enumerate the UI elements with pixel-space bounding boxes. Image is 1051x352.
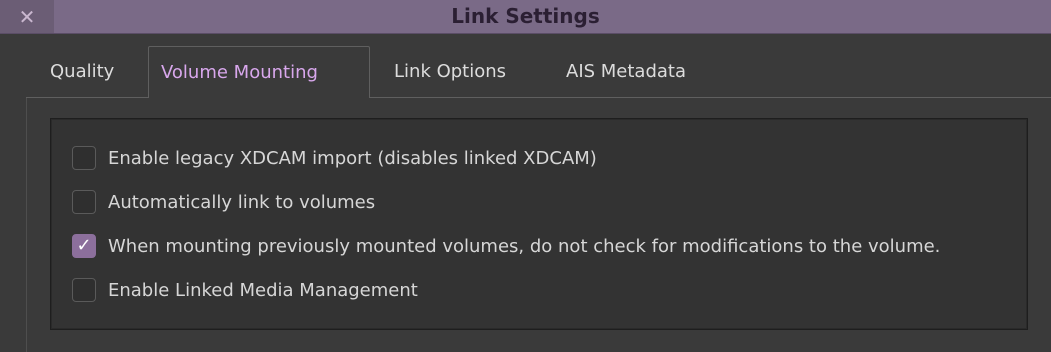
tab-bar: Quality Volume Mounting Link Options AIS… bbox=[0, 34, 1051, 100]
close-button[interactable]: ✕ bbox=[0, 0, 54, 33]
linked-media-checkbox[interactable] bbox=[72, 278, 96, 302]
title-bar: Link Settings ✕ bbox=[0, 0, 1051, 34]
checkmark-icon: ✓ bbox=[76, 235, 92, 256]
option-skip-modification-check[interactable]: ✓ When mounting previously mounted volum… bbox=[72, 232, 940, 260]
tab-ais-metadata[interactable]: AIS Metadata bbox=[554, 46, 698, 98]
option-linked-media-management[interactable]: Enable Linked Media Management bbox=[72, 276, 418, 304]
window-title: Link Settings bbox=[451, 4, 600, 28]
legacy-xdcam-checkbox[interactable] bbox=[72, 146, 96, 170]
tab-volume-mounting[interactable]: Volume Mounting bbox=[148, 46, 370, 100]
close-icon: ✕ bbox=[18, 4, 36, 29]
option-legacy-xdcam[interactable]: Enable legacy XDCAM import (disables lin… bbox=[72, 144, 597, 172]
auto-link-checkbox[interactable] bbox=[72, 190, 96, 214]
option-auto-link-volumes[interactable]: Automatically link to volumes bbox=[72, 188, 375, 216]
option-label: Enable Linked Media Management bbox=[108, 279, 418, 301]
skip-modification-checkbox[interactable]: ✓ bbox=[72, 234, 96, 258]
tab-quality[interactable]: Quality bbox=[38, 46, 126, 98]
option-label: When mounting previously mounted volumes… bbox=[108, 235, 941, 257]
option-label: Enable legacy XDCAM import (disables lin… bbox=[108, 147, 597, 169]
tab-link-options[interactable]: Link Options bbox=[382, 46, 518, 98]
option-label: Automatically link to volumes bbox=[108, 191, 376, 213]
